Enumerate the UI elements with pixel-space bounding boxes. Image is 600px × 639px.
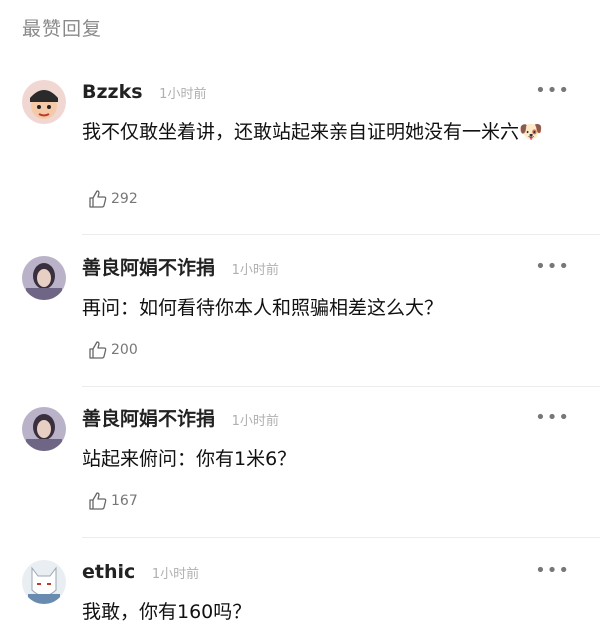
like-button[interactable]: 200: [88, 340, 138, 360]
divider: [82, 537, 600, 538]
thumbs-up-icon: [89, 341, 107, 359]
comment-username[interactable]: 善良阿娟不诈捐 1小时前: [82, 407, 279, 434]
avatar[interactable]: [22, 407, 66, 451]
username-text[interactable]: 善良阿娟不诈捐: [82, 408, 215, 430]
comment-text: 再问：如何看待你本人和照骗相差这么大？: [82, 297, 444, 319]
username-text[interactable]: 善良阿娟不诈捐: [82, 257, 215, 279]
like-button[interactable]: 292: [88, 189, 138, 209]
dog-emoji: 🐶: [519, 121, 543, 143]
comment-username[interactable]: Bzzks 1小时前: [82, 80, 206, 107]
comment-username[interactable]: 善良阿娟不诈捐 1小时前: [82, 256, 279, 283]
like-count: 292: [111, 191, 138, 207]
comment-item: 善良阿娟不诈捐 1小时前 ••• 站起来俯问：你有1米6？ 167: [0, 407, 600, 538]
comment-text: 站起来俯问：你有1米6？: [82, 448, 297, 470]
comment-item: Bzzks 1小时前 ••• 我不仅敢坐着讲，还敢站起来亲自证明她没有一米六🐶 …: [0, 80, 600, 235]
comment-item: 善良阿娟不诈捐 1小时前 ••• 再问：如何看待你本人和照骗相差这么大？ 200: [0, 256, 600, 387]
comment-item: ethic 1小时前 ••• 我敢，你有160吗？: [0, 560, 600, 639]
avatar[interactable]: [22, 80, 66, 124]
comment-time: 1小时前: [151, 567, 200, 582]
avatar[interactable]: [22, 256, 66, 300]
more-icon[interactable]: •••: [535, 560, 570, 581]
section-title: 最赞回复: [22, 18, 103, 40]
more-icon[interactable]: •••: [535, 256, 570, 277]
comment-time: 1小时前: [231, 414, 279, 429]
thumbs-up-icon: [89, 190, 107, 208]
thumbs-up-icon: [89, 492, 107, 510]
comment-time: 1小时前: [231, 263, 279, 278]
like-count: 200: [111, 342, 138, 358]
comment-text: 我不仅敢坐着讲，还敢站起来亲自证明她没有一米六🐶: [82, 116, 562, 148]
more-icon[interactable]: •••: [535, 407, 570, 428]
divider: [82, 234, 600, 235]
more-icon[interactable]: •••: [535, 80, 570, 101]
comment-username[interactable]: ethic 1小时前: [82, 560, 199, 587]
like-count: 167: [111, 493, 138, 509]
comment-text: 我敢，你有160吗？: [82, 601, 252, 623]
username-text[interactable]: Bzzks: [82, 81, 143, 103]
like-button[interactable]: 167: [88, 491, 138, 511]
divider: [82, 386, 600, 387]
avatar[interactable]: [22, 560, 66, 604]
username-text[interactable]: ethic: [82, 561, 135, 583]
comment-text-body: 我不仅敢坐着讲，还敢站起来亲自证明她没有一米六: [82, 121, 520, 143]
comment-time: 1小时前: [159, 87, 207, 102]
